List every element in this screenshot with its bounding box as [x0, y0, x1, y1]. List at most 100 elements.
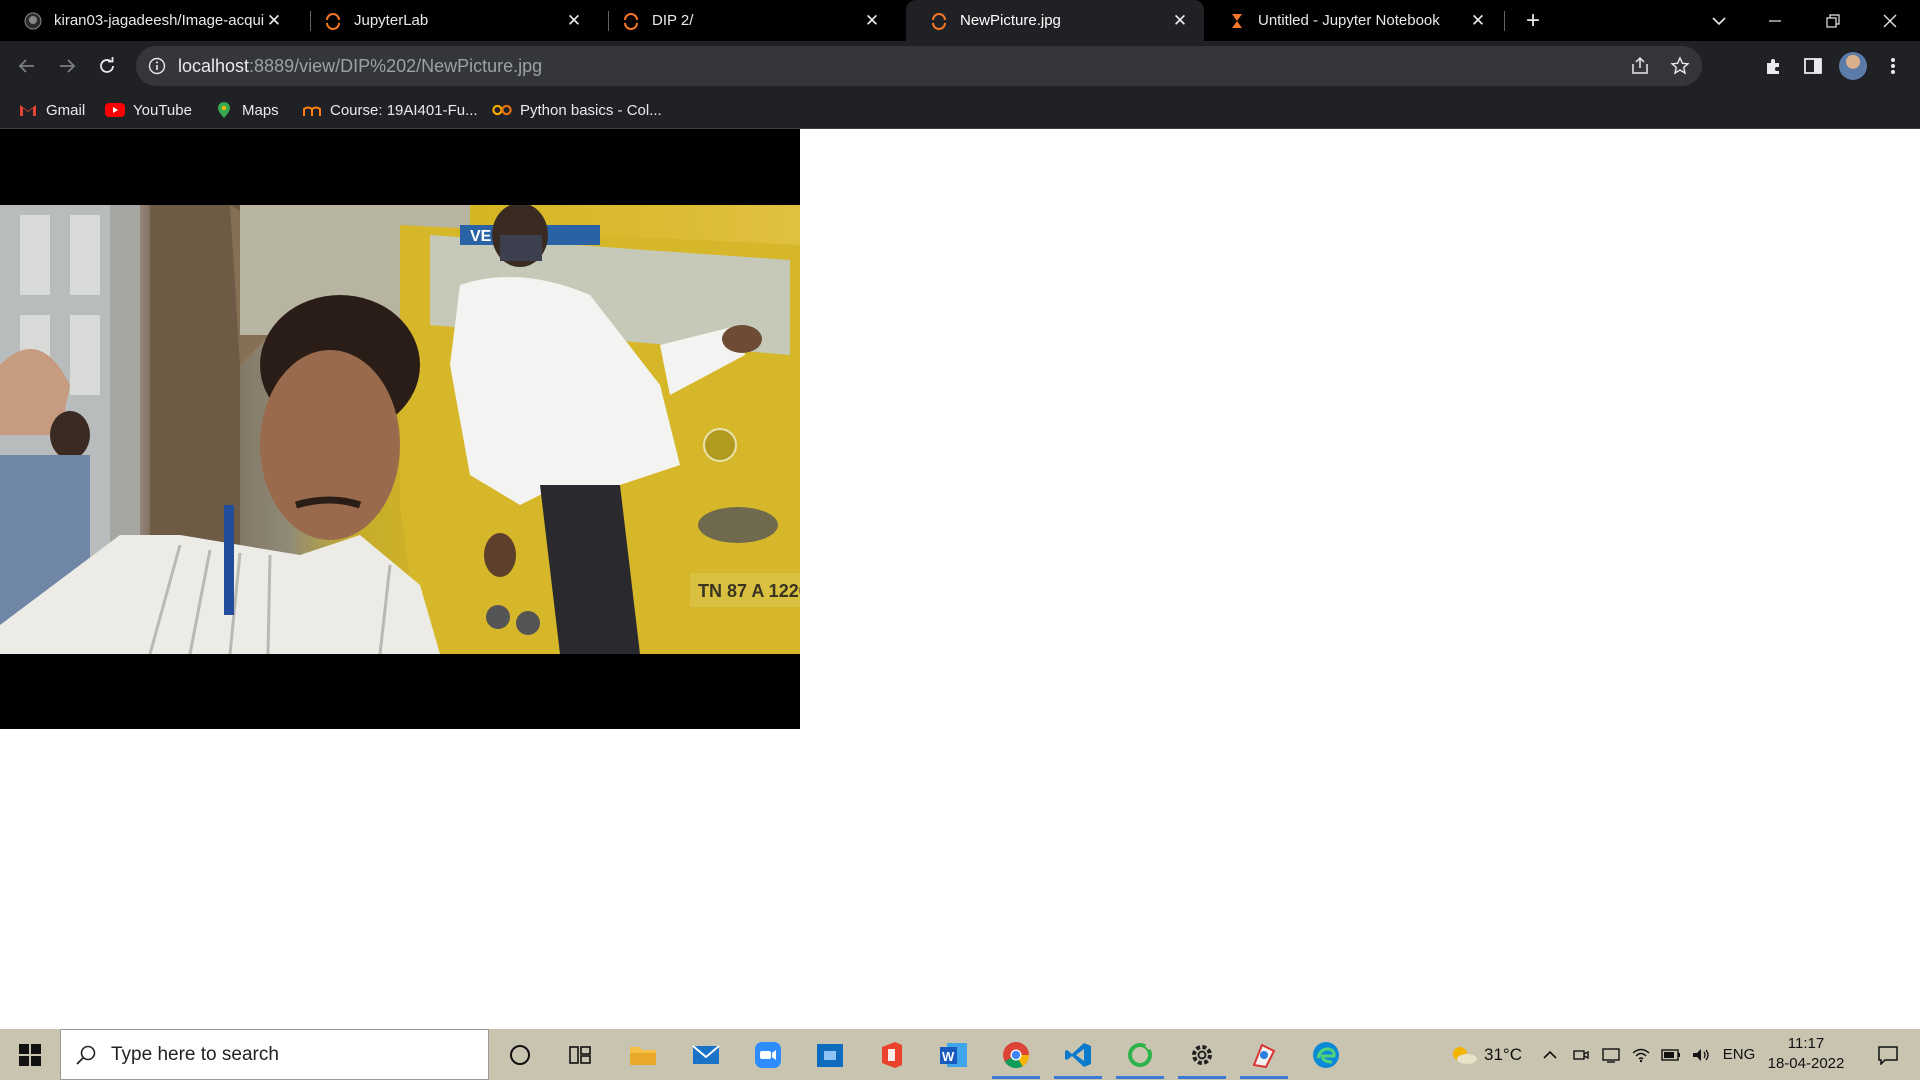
- moodle-icon: [302, 101, 322, 119]
- profile-avatar[interactable]: [1839, 52, 1867, 80]
- vscode-icon[interactable]: [1048, 1029, 1108, 1080]
- tab-search-button[interactable]: [1691, 0, 1747, 41]
- jupyter-icon: [622, 12, 640, 30]
- clock-time: 11:17: [1787, 1035, 1825, 1052]
- minimize-button[interactable]: [1747, 0, 1803, 41]
- bookmark-youtube[interactable]: YouTube: [105, 98, 192, 122]
- tab-dip2[interactable]: DIP 2/ ✕: [598, 0, 896, 41]
- menu-kebab-icon[interactable]: [1876, 49, 1910, 83]
- side-panel-icon[interactable]: [1796, 49, 1830, 83]
- tab-jupyterlab[interactable]: JupyterLab ✕: [300, 0, 598, 41]
- file-explorer-icon[interactable]: [613, 1029, 673, 1080]
- forward-button[interactable]: [50, 49, 84, 83]
- number-plate-text: TN 87 A 1220: [698, 581, 800, 601]
- notifications-icon[interactable]: [1864, 1029, 1912, 1080]
- back-arrow-icon: [18, 59, 34, 73]
- svg-text:W: W: [942, 1049, 955, 1064]
- url-path: :8889/view/DIP%202/NewPicture.jpg: [249, 56, 543, 76]
- bookmark-label: YouTube: [133, 101, 192, 119]
- bookmark-label: Maps: [242, 101, 279, 119]
- bookmark-label: Course: 19AI401-Fu...: [330, 101, 478, 119]
- chrome-icon[interactable]: [986, 1029, 1046, 1080]
- windows-taskbar: Type here to search W 31°C ENG 11:17 18-…: [0, 1029, 1920, 1080]
- weather-temp: 31°C: [1484, 1044, 1522, 1064]
- page-viewport: VEE TN 87 A 1220: [0, 129, 1920, 1029]
- tab-github[interactable]: kiran03-jagadeesh/Image-acquis ✕: [0, 0, 298, 41]
- tab-title: kiran03-jagadeesh/Image-acquis: [54, 12, 264, 29]
- tab-title: Untitled - Jupyter Notebook: [1258, 12, 1440, 29]
- bookmark-label: Python basics - Col...: [520, 101, 662, 119]
- image-frame: VEE TN 87 A 1220: [0, 129, 800, 729]
- restore-button[interactable]: [1805, 0, 1861, 41]
- show-hidden-icons-chevron-up-icon[interactable]: [1538, 1029, 1562, 1080]
- gmail-icon: [18, 101, 38, 119]
- colab-icon: [492, 101, 512, 119]
- close-icon[interactable]: ✕: [564, 11, 584, 31]
- close-icon[interactable]: ✕: [264, 11, 284, 31]
- windows-logo-icon: [19, 1043, 41, 1066]
- language-indicator[interactable]: ENG: [1720, 1029, 1758, 1080]
- tab-title: JupyterLab: [354, 12, 429, 29]
- close-icon[interactable]: ✕: [1170, 11, 1190, 31]
- close-window-button[interactable]: [1862, 0, 1918, 41]
- maps-icon: [214, 101, 234, 119]
- jupyter-icon: [930, 12, 948, 30]
- jupyter-icon: [324, 12, 342, 30]
- close-icon[interactable]: ✕: [1468, 11, 1488, 31]
- device-status-icon[interactable]: [1598, 1029, 1624, 1080]
- tab-title: DIP 2/: [652, 12, 694, 29]
- settings-icon[interactable]: [1172, 1029, 1232, 1080]
- bookmarks-bar: Gmail YouTube Maps Course: 19AI401-Fu...…: [0, 90, 1920, 129]
- cortana-icon[interactable]: [490, 1029, 550, 1080]
- share-icon[interactable]: [1628, 54, 1652, 78]
- search-placeholder: Type here to search: [111, 1043, 279, 1065]
- weather-widget[interactable]: 31°C: [1444, 1029, 1528, 1080]
- new-picture-image: VEE TN 87 A 1220: [0, 205, 800, 654]
- hourglass-icon: [1228, 12, 1246, 30]
- clock-date: 18-04-2022: [1767, 1055, 1845, 1072]
- partly-sunny-icon: [1453, 1046, 1477, 1064]
- tab-strip: kiran03-jagadeesh/Image-acquis ✕ Jupyter…: [0, 0, 1920, 41]
- bookmark-maps[interactable]: Maps: [214, 98, 279, 122]
- tab-separator: [1504, 11, 1505, 31]
- meet-now-icon[interactable]: [1568, 1029, 1594, 1080]
- bookmark-label: Gmail: [46, 101, 86, 119]
- address-bar[interactable]: localhost:8889/view/DIP%202/NewPicture.j…: [136, 46, 1702, 86]
- bookmark-colab[interactable]: Python basics - Col...: [492, 98, 662, 122]
- edge-icon[interactable]: [1296, 1029, 1356, 1080]
- tab-title: NewPicture.jpg: [960, 12, 1061, 29]
- green-circle-app-icon[interactable]: [1110, 1029, 1170, 1080]
- site-info-icon[interactable]: [146, 55, 168, 77]
- bookmark-star-icon[interactable]: [1668, 54, 1692, 78]
- office-icon[interactable]: [862, 1029, 922, 1080]
- volume-icon[interactable]: [1688, 1029, 1714, 1080]
- wifi-icon[interactable]: [1628, 1029, 1654, 1080]
- bookmark-gmail[interactable]: Gmail: [18, 98, 85, 122]
- search-icon: [76, 1045, 96, 1065]
- url-host: localhost: [178, 56, 250, 76]
- url-text[interactable]: localhost:8889/view/DIP%202/NewPicture.j…: [178, 56, 542, 77]
- browser-toolbar: localhost:8889/view/DIP%202/NewPicture.j…: [0, 41, 1920, 90]
- store-icon[interactable]: [800, 1029, 860, 1080]
- zoom-icon[interactable]: [738, 1029, 798, 1080]
- tab-untitled-notebook[interactable]: Untitled - Jupyter Notebook ✕: [1204, 0, 1502, 41]
- tab-newpicture[interactable]: NewPicture.jpg ✕: [906, 0, 1204, 41]
- back-button[interactable]: [10, 49, 44, 83]
- start-button[interactable]: [0, 1029, 60, 1080]
- close-icon[interactable]: ✕: [862, 11, 882, 31]
- github-icon: [24, 12, 42, 30]
- reload-button[interactable]: [90, 49, 124, 83]
- taskbar-clock[interactable]: 11:17 18-04-2022: [1764, 1034, 1848, 1074]
- youtube-icon: [105, 101, 125, 119]
- mail-icon[interactable]: [676, 1029, 736, 1080]
- word-icon[interactable]: W: [924, 1029, 984, 1080]
- bookmark-course[interactable]: Course: 19AI401-Fu...: [302, 98, 478, 122]
- paint-icon[interactable]: [1234, 1029, 1294, 1080]
- battery-icon[interactable]: [1658, 1029, 1684, 1080]
- new-tab-button[interactable]: +: [1520, 7, 1546, 34]
- task-view-icon[interactable]: [550, 1029, 610, 1080]
- extensions-icon[interactable]: [1756, 49, 1790, 83]
- taskbar-search-box[interactable]: Type here to search: [60, 1029, 489, 1080]
- reload-icon: [100, 57, 114, 73]
- forward-arrow-icon: [60, 59, 76, 73]
